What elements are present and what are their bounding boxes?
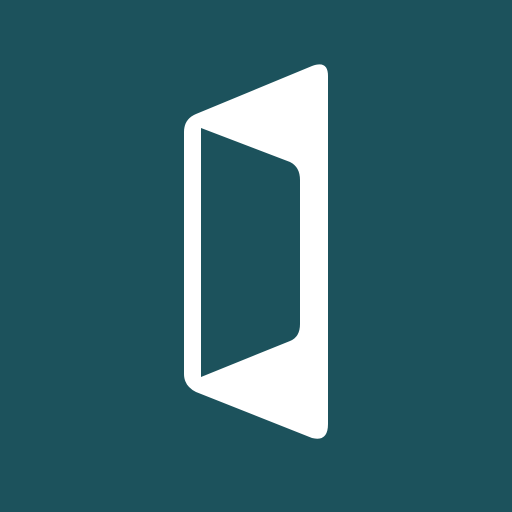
app-icon bbox=[0, 0, 512, 512]
icon-background bbox=[0, 0, 512, 512]
open-door-icon bbox=[0, 0, 512, 512]
